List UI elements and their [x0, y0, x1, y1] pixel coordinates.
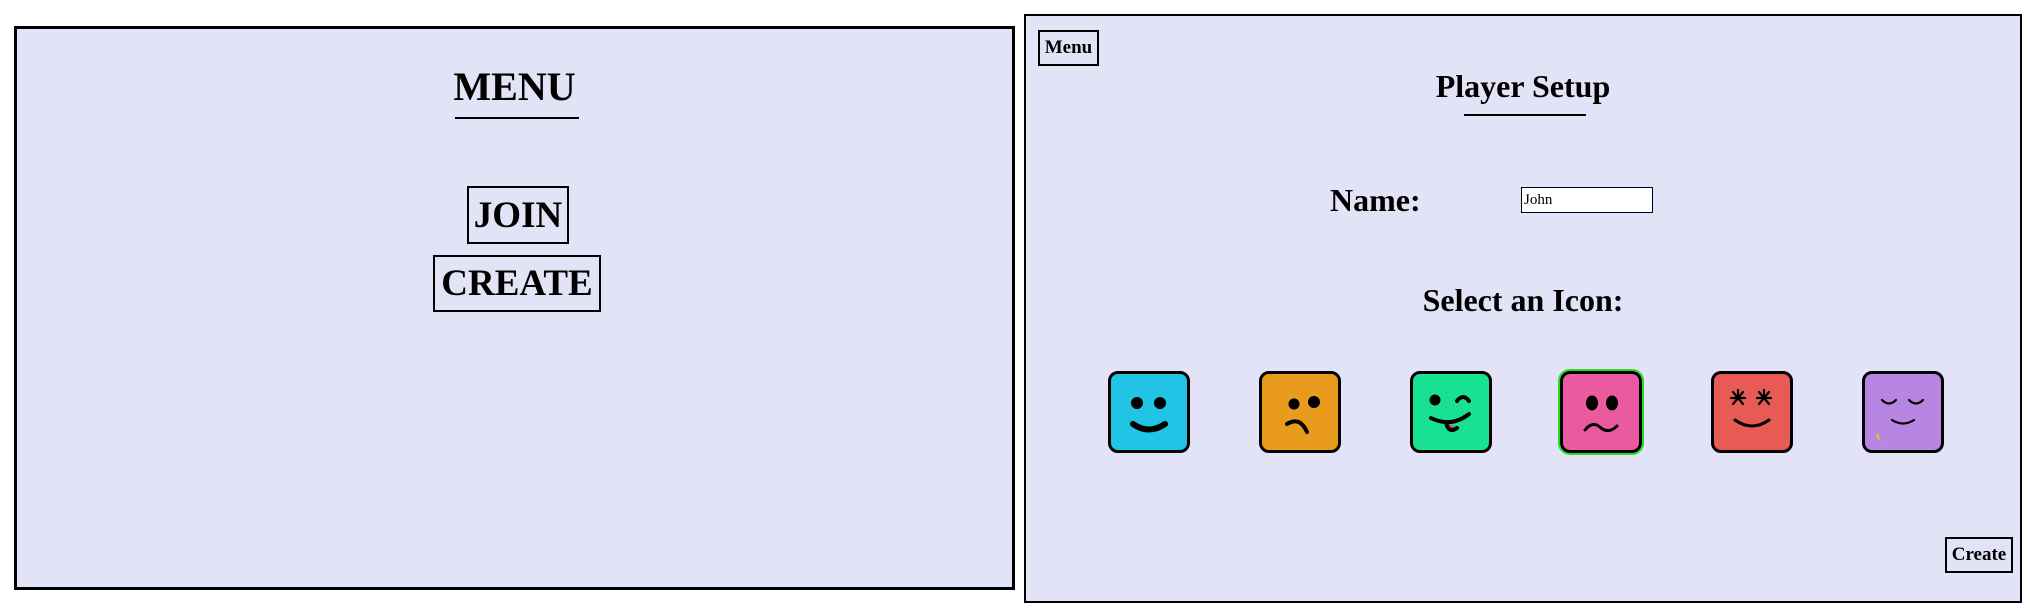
grin-face-icon[interactable] — [1711, 371, 1793, 453]
join-button[interactable]: JOIN — [467, 186, 569, 244]
select-icon-label: Select an Icon: — [1422, 282, 1624, 318]
name-label: Name: — [1330, 182, 1421, 218]
wink-face-icon[interactable] — [1410, 371, 1492, 453]
sleepy-face-icon[interactable] — [1862, 371, 1944, 453]
menu-button[interactable]: Menu — [1038, 30, 1099, 66]
setup-title: Player Setup — [1435, 68, 1611, 104]
player-setup-screen: Menu Player Setup Name: Select an Icon: — [1024, 14, 2022, 603]
unsure-face-icon[interactable] — [1259, 371, 1341, 453]
create-player-button[interactable]: Create — [1945, 537, 2013, 573]
menu-screen: MENU JOIN CREATE — [14, 26, 1015, 590]
name-input[interactable] — [1521, 187, 1653, 213]
worried-face-icon[interactable] — [1558, 369, 1644, 455]
menu-title-underline — [455, 117, 579, 119]
create-button[interactable]: CREATE — [433, 255, 601, 312]
setup-title-underline — [1464, 114, 1586, 116]
menu-title: MENU — [453, 64, 576, 109]
happy-face-icon[interactable] — [1108, 371, 1190, 453]
